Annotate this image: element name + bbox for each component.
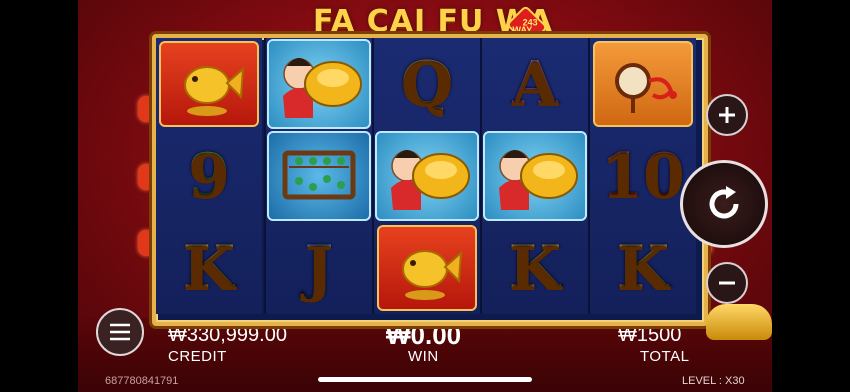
fu-wa-boy-icon <box>391 150 470 210</box>
reel-4: A K <box>480 38 588 314</box>
reel-cell <box>374 130 480 222</box>
symbol-a: A <box>511 49 559 119</box>
golden-fish-symbol <box>377 225 477 311</box>
reel-2: J <box>264 38 372 314</box>
fu-wa-boy-icon <box>283 58 362 118</box>
hamburger-menu-icon <box>110 323 130 341</box>
reel-3: Q <box>372 38 480 314</box>
reel-cell <box>482 130 588 222</box>
fu-wa-boy-icon <box>499 150 578 210</box>
credit-value: ₩330,999.00 <box>168 324 287 346</box>
reel-cell <box>266 130 372 222</box>
fu-wa-boy-gold-ingot-symbol <box>483 131 587 221</box>
increase-bet-button[interactable] <box>706 94 748 136</box>
game-stage: FA CAI FU WA 243 WAY ₩330,999.00 CREDIT … <box>78 0 772 392</box>
credit-label: CREDIT <box>168 348 227 365</box>
reel-cell: 9 <box>156 130 262 222</box>
abacus-symbol <box>267 131 371 221</box>
symbol-k: K <box>508 233 562 303</box>
spin-button[interactable] <box>680 160 768 248</box>
reel-cell: K <box>156 222 262 314</box>
gold-ingot-decoration <box>706 304 772 340</box>
minus-icon <box>719 281 735 285</box>
symbol-k: K <box>182 233 236 303</box>
reel-cell <box>266 38 372 130</box>
reel-cell <box>156 38 262 130</box>
fu-wa-boy-gold-ingot-symbol <box>267 39 371 129</box>
reel-5: 10 K <box>588 38 696 314</box>
home-indicator[interactable] <box>318 377 532 382</box>
decrease-bet-button[interactable] <box>706 262 748 304</box>
golden-fish-icon <box>184 66 245 116</box>
reel-cell: A <box>482 38 588 130</box>
symbol-k: K <box>616 233 670 303</box>
total-value: ₩1500 <box>618 324 682 346</box>
total-label: TOTAL <box>640 348 690 365</box>
golden-fish-symbol <box>159 41 259 127</box>
menu-button[interactable] <box>96 308 144 356</box>
fu-wa-boy-gold-ingot-symbol <box>375 131 479 221</box>
symbol-ten: 10 <box>601 141 685 211</box>
reel-cell: Q <box>374 38 480 130</box>
drum-icon <box>615 63 677 113</box>
reel-1: 9 K <box>156 38 262 314</box>
reels-frame: 9 K J Q A K 10 K <box>152 34 708 326</box>
symbol-nine: 9 <box>188 141 230 211</box>
session-id: 687780841791 <box>105 375 179 387</box>
plus-icon <box>719 107 735 123</box>
reel-cell: J <box>266 222 372 314</box>
level-indicator: LEVEL : X30 <box>682 375 745 387</box>
reel-cell: K <box>482 222 588 314</box>
reel-cell <box>374 222 480 314</box>
spin-arrow-icon <box>709 186 739 219</box>
reel-cell: K <box>590 222 696 314</box>
abacus-icon <box>282 150 356 200</box>
drum-symbol <box>593 41 693 127</box>
reel-cell <box>590 38 696 130</box>
golden-fish-icon <box>402 250 463 300</box>
symbol-q: Q <box>400 49 454 119</box>
symbol-j: J <box>304 233 334 303</box>
win-label: WIN <box>408 348 439 365</box>
